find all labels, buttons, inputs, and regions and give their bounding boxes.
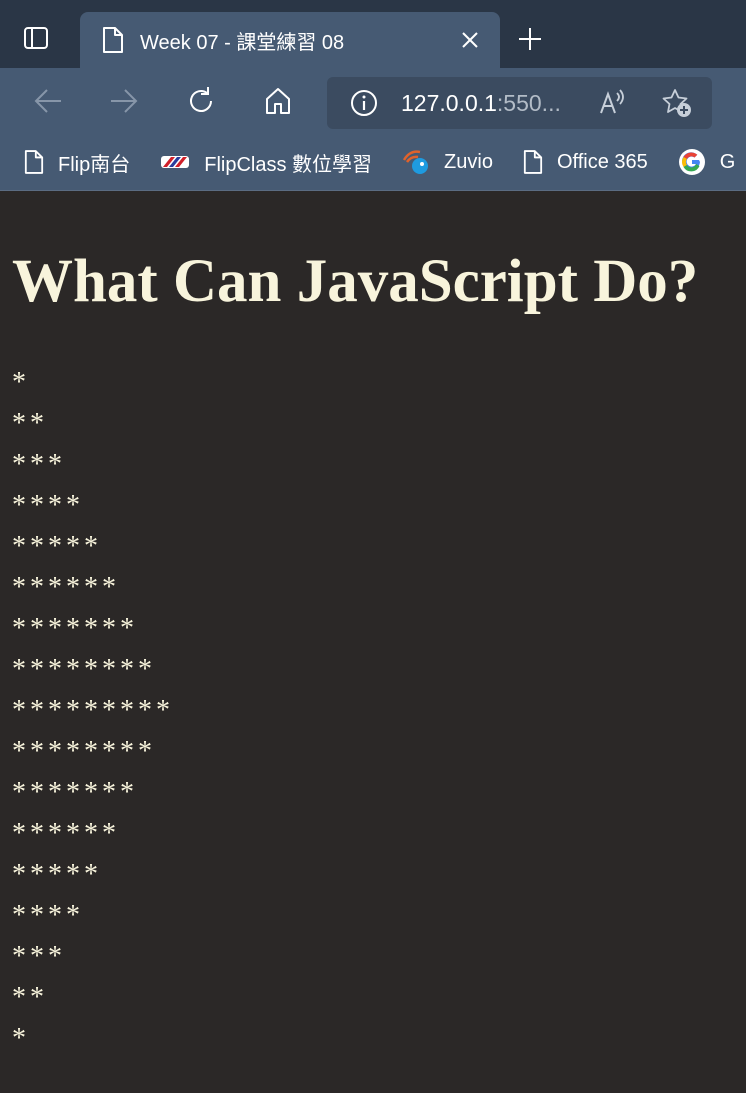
star-line: ****** xyxy=(12,818,120,849)
star-line: ******** xyxy=(12,736,156,767)
tab-title: Week 07 - 課堂練習 08 xyxy=(140,31,345,54)
star-add-icon xyxy=(662,89,691,117)
star-line: *** xyxy=(12,941,66,972)
star-line: ***** xyxy=(12,531,102,562)
tab-bar: Week 07 - 課堂練習 08 xyxy=(0,0,746,68)
star-line: ******* xyxy=(12,777,138,808)
bookmark-label: Zuvio xyxy=(444,150,493,173)
star-line: ********* xyxy=(12,695,174,726)
bookmark-label: Flip南台 xyxy=(58,153,131,176)
star-line: ******** xyxy=(12,654,156,685)
close-tab-button[interactable] xyxy=(450,20,490,60)
star-line: * xyxy=(12,367,30,398)
bookmarks-bar: Flip南台 FlipClass 數位學習 Zuvio Office 365 G xyxy=(0,134,746,191)
page-heading: What Can JavaScript Do? xyxy=(12,248,699,315)
star-pattern: * ** *** **** ***** ****** ******* ******** ****… xyxy=(12,362,746,1059)
address-bar[interactable]: 127.0.0.1:550... xyxy=(327,77,712,129)
toolbar: 127.0.0.1:550... xyxy=(0,68,746,134)
active-tab[interactable]: Week 07 - 課堂練習 08 xyxy=(80,12,500,68)
forward-button[interactable] xyxy=(102,81,146,121)
page-content: What Can JavaScript Do? * ** *** **** ***** *… xyxy=(0,191,746,1059)
tab-actions-icon xyxy=(24,27,48,49)
zuvio-logo-icon xyxy=(402,150,429,174)
star-line: ***** xyxy=(12,859,102,890)
close-icon xyxy=(462,32,478,48)
star-line: ******* xyxy=(12,613,138,644)
star-line: ** xyxy=(12,982,48,1013)
plus-icon xyxy=(519,28,541,50)
new-tab-button[interactable] xyxy=(510,19,550,59)
read-aloud-button[interactable] xyxy=(593,83,633,123)
url-rest: :550... xyxy=(496,89,561,116)
add-favorite-button[interactable] xyxy=(657,83,697,123)
tab-actions-button[interactable] xyxy=(16,18,56,58)
flipclass-logo-icon xyxy=(161,156,190,168)
page-icon xyxy=(24,150,44,174)
page-icon xyxy=(523,150,543,174)
url-text[interactable]: 127.0.0.1:550... xyxy=(401,90,566,117)
bookmark-label: G xyxy=(719,150,736,173)
star-line: ****** xyxy=(12,572,120,603)
home-icon xyxy=(266,88,290,114)
home-button[interactable] xyxy=(256,81,300,121)
arrow-right-icon xyxy=(111,89,138,113)
bookmark-flipclass[interactable]: FlipClass 數位學習 xyxy=(160,148,372,177)
bookmark-label: Office 365 xyxy=(556,150,648,173)
url-host: 127.0.0.1 xyxy=(401,89,497,116)
bookmark-flip[interactable]: Flip南台 xyxy=(24,148,130,177)
info-icon[interactable] xyxy=(349,88,379,118)
bookmark-office365[interactable]: Office 365 xyxy=(523,149,648,175)
back-button[interactable] xyxy=(26,81,70,121)
refresh-button[interactable] xyxy=(179,81,223,121)
bookmark-zuvio[interactable]: Zuvio xyxy=(402,148,493,176)
star-line: * xyxy=(12,1023,30,1054)
page-icon xyxy=(103,27,123,53)
bookmark-label: FlipClass 數位學習 xyxy=(204,153,373,176)
read-aloud-icon xyxy=(600,89,624,114)
refresh-icon xyxy=(190,87,212,112)
star-line: **** xyxy=(12,490,84,521)
star-line: **** xyxy=(12,900,84,931)
star-line: *** xyxy=(12,449,66,480)
google-logo-icon xyxy=(678,149,705,175)
bookmark-google[interactable]: G xyxy=(678,148,736,176)
star-line: ** xyxy=(12,408,48,439)
arrow-left-icon xyxy=(34,89,61,113)
